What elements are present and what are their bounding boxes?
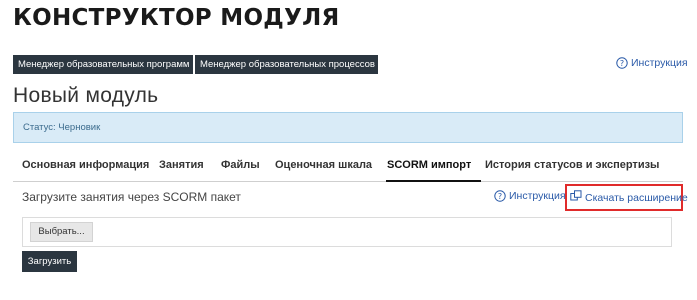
scorm-section-title: Загрузите занятия через SCORM пакет [22,190,241,204]
tab-scorm-import[interactable]: SCORM импорт [387,159,471,171]
instruction-link[interactable]: ? Инструкция [616,57,688,69]
instruction-link-label: Инструкция [631,57,688,69]
status-banner: Статус: Черновик [13,112,683,143]
page-title: КОНСТРУКТОР МОДУЛЯ [13,5,340,31]
svg-text:?: ? [620,59,624,68]
tab-lessons[interactable]: Занятия [159,159,204,171]
file-input-area[interactable]: Выбрать... [22,217,672,247]
tab-grading-scale[interactable]: Оценочная шкала [275,159,372,171]
module-title: Новый модуль [13,84,159,107]
program-manager-button[interactable]: Менеджер образовательных программ [13,55,193,74]
scorm-instruction-label: Инструкция [509,190,566,202]
puzzle-extension-icon [570,190,582,205]
svg-text:?: ? [498,192,502,201]
question-circle-icon: ? [494,190,506,202]
tab-files[interactable]: Файлы [221,159,260,171]
upload-button[interactable]: Загрузить [22,251,77,272]
tab-status-history[interactable]: История статусов и экспертизы [485,159,659,171]
scorm-instruction-link[interactable]: ? Инструкция [494,190,566,202]
download-extension-link[interactable]: Скачать расширение [565,184,688,211]
choose-file-button[interactable]: Выбрать... [30,222,93,242]
active-tab-indicator [386,180,481,182]
tab-bar: Основная информация Занятия Файлы Оценоч… [13,151,683,182]
tab-main-info[interactable]: Основная информация [22,159,149,171]
process-manager-button[interactable]: Менеджер образовательных процессов [195,55,378,74]
question-circle-icon: ? [616,57,628,69]
download-extension-label: Скачать расширение [585,191,688,204]
